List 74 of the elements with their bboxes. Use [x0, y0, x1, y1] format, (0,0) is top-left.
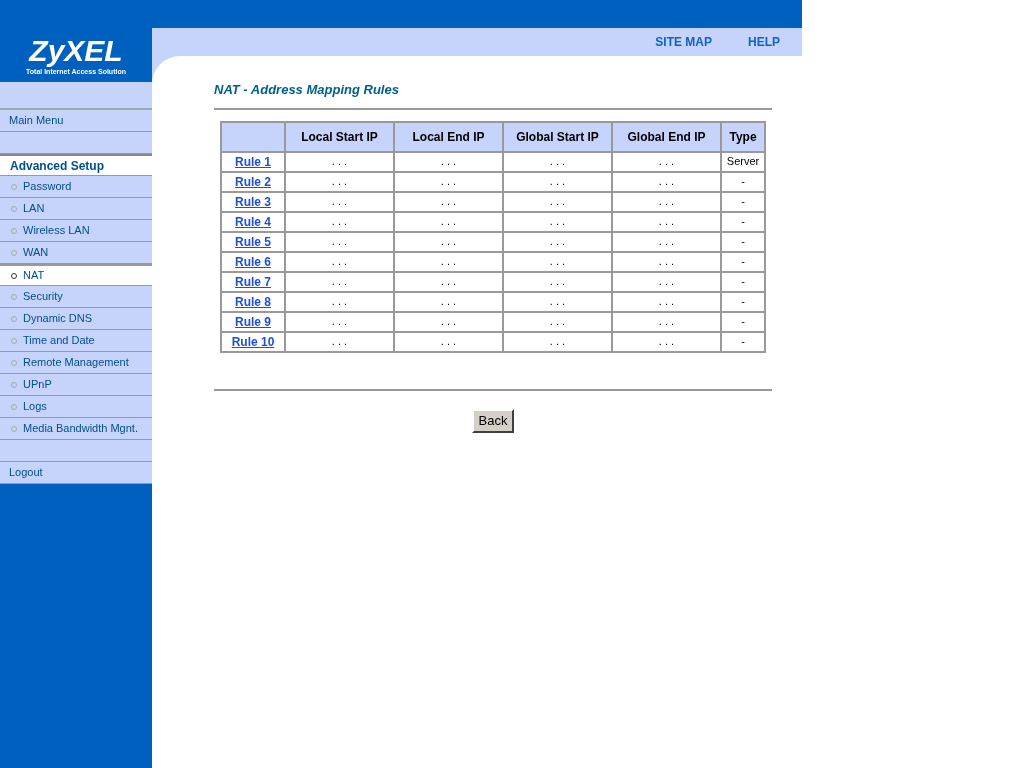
table-cell: . . . — [503, 171, 612, 192]
table-cell: - — [721, 231, 765, 252]
table-cell: - — [721, 211, 765, 232]
table-cell: . . . — [503, 271, 612, 292]
sidebar-item[interactable]: Wireless LAN — [0, 220, 152, 242]
header-link[interactable]: HELP — [748, 33, 780, 51]
column-header: Local End IP — [394, 121, 503, 152]
table-cell: . . . — [285, 291, 394, 312]
table-cell: . . . — [285, 271, 394, 292]
header-link[interactable]: SITE MAP — [655, 33, 712, 51]
table-cell: - — [721, 331, 765, 352]
table-cell: . . . — [285, 311, 394, 332]
table-cell: . . . — [503, 291, 612, 312]
column-header: Global Start IP — [503, 121, 612, 152]
section-heading: Advanced Setup — [10, 157, 105, 175]
table-cell: . . . — [394, 331, 503, 352]
table-cell: Server — [721, 151, 765, 172]
table-cell: . . . — [612, 291, 721, 312]
table-cell: . . . — [612, 211, 721, 232]
table-cell: . . . — [503, 251, 612, 272]
table-cell: . . . — [612, 151, 721, 172]
table-cell: . . . — [394, 171, 503, 192]
table-cell: . . . — [503, 331, 612, 352]
table-cell: . . . — [503, 231, 612, 252]
table-cell: - — [721, 271, 765, 292]
table-cell: . . . — [285, 251, 394, 272]
table-cell: . . . — [394, 291, 503, 312]
table-cell: . . . — [503, 151, 612, 172]
table-cell: . . . — [285, 231, 394, 252]
table-cell: . . . — [394, 151, 503, 172]
sidebar-item[interactable]: LAN — [0, 198, 152, 220]
sidebar-item[interactable]: UPnP — [0, 374, 152, 396]
table-cell: . . . — [612, 191, 721, 212]
logo-wordmark: ZyXEL — [29, 35, 123, 66]
table-cell: . . . — [285, 171, 394, 192]
table-cell: . . . — [285, 211, 394, 232]
sidebar-item[interactable]: Media Bandwidth Mgnt. — [0, 418, 152, 440]
sidebar-item[interactable]: Remote Management — [0, 352, 152, 374]
table-cell: . . . — [503, 211, 612, 232]
table-cell: - — [721, 191, 765, 212]
page-title: NAT - Address Mapping Rules — [214, 81, 400, 99]
table-cell: . . . — [394, 311, 503, 332]
sidebar-item[interactable]: Dynamic DNS — [0, 308, 152, 330]
sidebar-item[interactable]: Password — [0, 176, 152, 198]
column-header: Global End IP — [612, 121, 721, 152]
table-cell: . . . — [503, 311, 612, 332]
table-cell: . . . — [612, 251, 721, 272]
sidebar-item[interactable]: WAN — [0, 242, 152, 264]
table-cell: . . . — [394, 271, 503, 292]
sidebar-item[interactable]: Logs — [0, 396, 152, 418]
table-cell: . . . — [612, 171, 721, 192]
table-cell: . . . — [394, 211, 503, 232]
table-cell: - — [721, 311, 765, 332]
column-header: Local Start IP — [285, 121, 394, 152]
table-cell: . . . — [503, 191, 612, 212]
table-cell: . . . — [612, 331, 721, 352]
table-cell: . . . — [612, 271, 721, 292]
table-cell: - — [721, 291, 765, 312]
table-cell: - — [721, 171, 765, 192]
table-cell: . . . — [285, 191, 394, 212]
column-header: Type — [721, 121, 765, 152]
table-cell: . . . — [285, 151, 394, 172]
table-cell: - — [721, 251, 765, 272]
back-button[interactable]: Back — [471, 408, 515, 433]
table-cell: . . . — [394, 231, 503, 252]
logout-link[interactable]: Logout — [9, 464, 43, 481]
table-cell: . . . — [394, 251, 503, 272]
sidebar-item[interactable]: Security — [0, 286, 152, 308]
table-cell: . . . — [285, 331, 394, 352]
table-cell: . . . — [394, 191, 503, 212]
table-cell: . . . — [612, 231, 721, 252]
sidebar-item[interactable]: Time and Date — [0, 330, 152, 352]
table-cell: . . . — [612, 311, 721, 332]
sidebar-item[interactable]: NAT — [0, 264, 152, 286]
